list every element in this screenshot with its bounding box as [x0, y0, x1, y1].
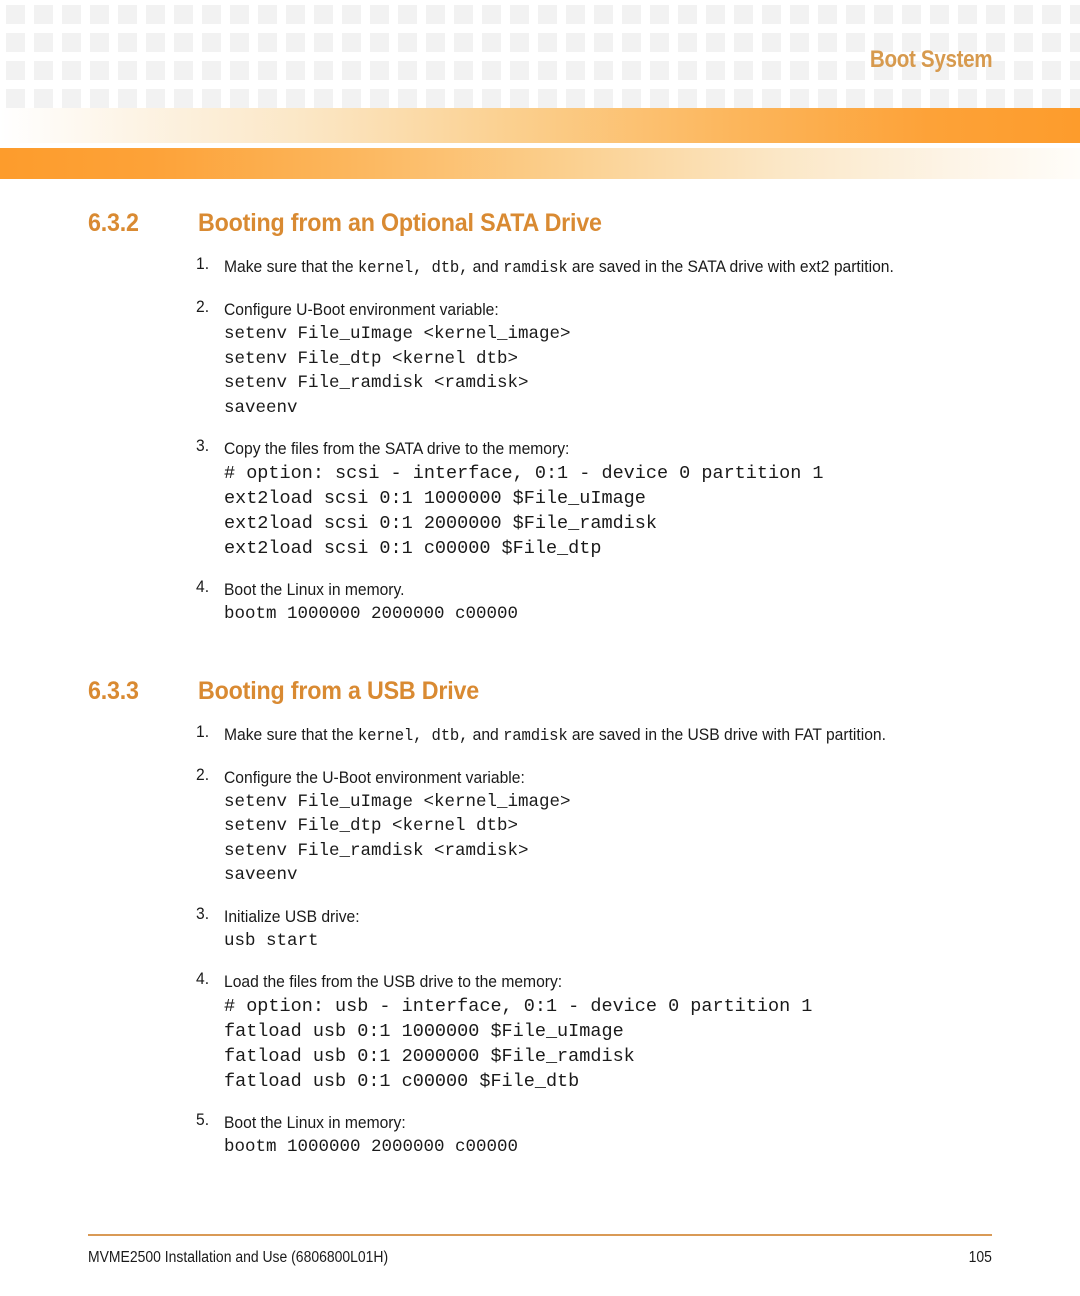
footer-row: MVME2500 Installation and Use (6806800L0…: [88, 1249, 992, 1267]
step-number: 2.: [196, 764, 210, 784]
code-block: bootm 1000000 2000000 c00000: [0, 602, 1080, 627]
step-item: 2. Configure the U-Boot environment varia…: [0, 765, 1080, 790]
step-text: Configure the U-Boot environment variabl…: [224, 767, 525, 787]
step-number: 1.: [196, 721, 210, 741]
step-text: Make sure that the kernel, dtb, and ramd…: [224, 724, 886, 746]
step-item: 3. Copy the files from the SATA drive to …: [0, 436, 1080, 461]
section: 6.3.2 Booting from an Optional SATA Drive…: [0, 209, 1080, 627]
step-text: Boot the Linux in memory:: [224, 1113, 406, 1132]
step-number: 4.: [196, 577, 210, 596]
code-listing: bootm 1000000 2000000 c00000: [224, 604, 519, 624]
step-item: 3. Initialize USB drive:: [0, 904, 1080, 929]
code-block: bootm 1000000 2000000 c00000: [0, 1135, 1080, 1160]
section-title: Booting from an Optional SATA Drive: [198, 209, 602, 237]
step-list: 1. Make sure that the kernel, dtb, and ra…: [0, 254, 1080, 627]
footer-divider: [88, 1234, 992, 1236]
step-text: Configure U-Boot environment variable:: [224, 300, 499, 319]
step-number: 3.: [196, 903, 210, 923]
step-text: Boot the Linux in memory.: [224, 580, 405, 599]
step-item: 1. Make sure that the kernel, dtb, and ra…: [0, 254, 1080, 281]
footer-document-title: MVME2500 Installation and Use (6806800L0…: [88, 1249, 389, 1266]
code-listing: # option: scsi - interface, 0:1 - device…: [224, 463, 824, 559]
page-footer: MVME2500 Installation and Use (6806800L0…: [88, 1234, 992, 1267]
header-pattern-row: [0, 5, 1080, 24]
code-listing: setenv File_uImage <kernel_image> setenv…: [224, 324, 571, 418]
section-number: 6.3.2: [88, 209, 139, 237]
sections-container: 6.3.2 Booting from an Optional SATA Drive…: [0, 209, 1080, 1160]
section-heading: 6.3.2 Booting from an Optional SATA Drive: [0, 209, 1080, 238]
header-pattern-row: [0, 89, 1080, 108]
section-heading: 6.3.3 Booting from a USB Drive: [0, 677, 1080, 706]
section: 6.3.3 Booting from a USB Drive 1. Make sure…: [0, 677, 1080, 1160]
code-block: # option: usb - interface, 0:1 - device …: [0, 994, 1080, 1094]
code-block: setenv File_uImage <kernel_image> setenv…: [0, 790, 1080, 888]
step-number: 3.: [196, 436, 210, 455]
code-listing: usb start: [224, 930, 319, 951]
step-number: 1.: [196, 254, 210, 273]
step-number: 2.: [196, 297, 210, 316]
step-item: 1. Make sure that the kernel, dtb, and ra…: [0, 722, 1080, 749]
code-listing: setenv File_uImage <kernel_image> setenv…: [224, 791, 571, 886]
step-item: 2. Configure U-Boot environment variable:: [0, 297, 1080, 322]
step-text: Load the files from the USB drive to the…: [224, 972, 563, 991]
page-header: Boot System: [0, 0, 1080, 108]
running-header-title: Boot System: [869, 46, 993, 73]
step-list: 1. Make sure that the kernel, dtb, and ra…: [0, 722, 1080, 1160]
step-text: Make sure that the kernel, dtb, and ramd…: [224, 257, 894, 278]
code-block: usb start: [0, 929, 1080, 954]
code-listing: bootm 1000000 2000000 c00000: [224, 1137, 519, 1157]
header-band-bottom: [0, 148, 1080, 179]
step-item: 4. Boot the Linux in memory.: [0, 577, 1080, 602]
section-number: 6.3.3: [88, 676, 139, 705]
step-text: Copy the files from the SATA drive to th…: [224, 439, 570, 458]
step-number: 5.: [196, 1110, 210, 1129]
code-block: setenv File_uImage <kernel_image> setenv…: [0, 322, 1080, 420]
header-band-top: [0, 108, 1080, 143]
step-item: 4. Load the files from the USB drive to t…: [0, 969, 1080, 994]
step-number: 4.: [196, 969, 210, 988]
footer-page-number: 105: [968, 1249, 992, 1266]
step-item: 5. Boot the Linux in memory:: [0, 1110, 1080, 1135]
step-text: Initialize USB drive:: [224, 906, 360, 926]
section-title: Booting from a USB Drive: [198, 676, 480, 705]
code-listing: # option: usb - interface, 0:1 - device …: [224, 996, 813, 1092]
page-content: 6.3.2 Booting from an Optional SATA Drive…: [0, 179, 1080, 1160]
code-block: # option: scsi - interface, 0:1 - device…: [0, 461, 1080, 561]
